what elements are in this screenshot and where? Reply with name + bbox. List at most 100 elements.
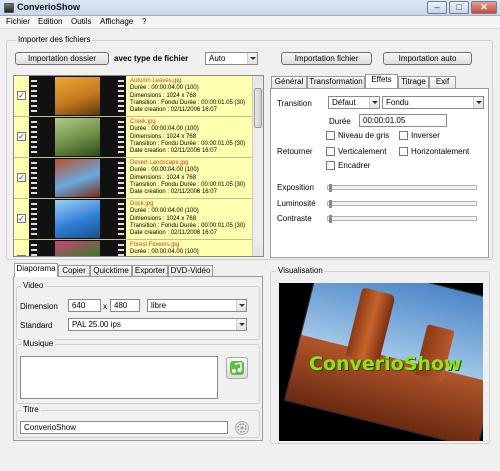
menu-outils[interactable]: Outils [71, 17, 91, 26]
file-checkbox[interactable]: ✓ [17, 91, 26, 100]
film-strip [29, 158, 126, 198]
file-checkbox[interactable]: ✓ [17, 255, 26, 256]
music-note-icon [230, 361, 244, 375]
tab-titrage[interactable]: Titrage [398, 76, 429, 88]
file-thumbnail [55, 241, 100, 256]
file-row[interactable]: ✓ Dock.jpg Durée : 00:00:04.00 (100) Dimens… [14, 199, 253, 240]
grayscale-label: Niveau de gris [338, 131, 390, 140]
tab-exif[interactable]: Exif [429, 76, 456, 88]
window-title: ConverioShow [17, 2, 81, 12]
file-info: Forest Flowers.jpg Durée : 00:00:04.00 (1… [130, 242, 245, 256]
file-row[interactable]: ✓ Forest Flowers.jpgDurée : 00:00:04.00 (… [14, 240, 253, 256]
file-name: Creek.jpg [130, 119, 156, 125]
menu-help[interactable]: ? [142, 17, 146, 26]
import-folder-button[interactable]: Importation dossier [15, 52, 109, 65]
vertical-checkbox[interactable] [326, 147, 335, 156]
film-strip [29, 199, 126, 239]
flip-label: Retourner [277, 147, 313, 156]
film-perforation [31, 241, 37, 256]
menu-affichage[interactable]: Affichage [100, 17, 133, 26]
exposure-knob[interactable] [329, 184, 332, 192]
tab-general[interactable]: Général [271, 76, 307, 88]
file-detail: Transition : Fondu Durée : 00:00:01.05 (… [130, 140, 246, 147]
title-input[interactable]: ConverioShow [20, 421, 228, 434]
file-detail: Transition : Fondu Durée : 00:00:01.05 (… [130, 99, 246, 106]
file-info: Creek.jpg Durée : 00:00:04.00 (100) Dimens… [130, 119, 245, 155]
tab-diaporama[interactable]: Diaporama [14, 263, 58, 277]
file-detail: Durée : 00:00:04.00 (100) [130, 249, 199, 256]
gear-icon [237, 423, 247, 433]
scroll-down-arrow[interactable] [253, 246, 263, 256]
transition-type-value: Fondu [386, 98, 409, 107]
scroll-up-arrow[interactable] [253, 76, 263, 86]
transition-mode-select[interactable]: Défaut [328, 96, 380, 109]
transition-label: Transition [277, 99, 312, 108]
duration-input[interactable]: 00:00:01.05 [359, 114, 447, 127]
file-checkbox[interactable]: ✓ [17, 132, 26, 141]
preview-label: Visualisation [276, 266, 325, 275]
file-checkbox[interactable]: ✓ [17, 173, 26, 182]
menu-fichier[interactable]: Fichier [6, 17, 30, 26]
file-thumbnail [55, 77, 100, 115]
title-bar: ConverioShow – □ ✕ [0, 0, 500, 16]
file-list[interactable]: ✓ Autumn Leaves.jpg Durée : 00:00:04.00 (1… [13, 75, 264, 257]
maximize-button[interactable]: □ [449, 1, 469, 14]
invert-label: Inverser [411, 131, 440, 140]
height-input[interactable]: 480 [110, 299, 140, 312]
file-detail: Date creation : 02/11/2006 16:07 [130, 148, 217, 155]
grayscale-checkbox[interactable] [326, 131, 335, 140]
tab-effets[interactable]: Effets [365, 74, 398, 88]
aspect-select[interactable]: libre [147, 299, 247, 312]
brightness-knob[interactable] [329, 200, 332, 208]
frame-label: Encadrer [338, 161, 371, 170]
file-type-select[interactable]: Auto [205, 52, 258, 65]
menu-bar: Fichier Edition Outils Affichage ? [0, 16, 500, 29]
file-row[interactable]: ✓ Desert Landscape.jpg Durée : 00:00:04.00… [14, 158, 253, 199]
standard-select[interactable]: PAL 25.00 ips [68, 318, 247, 331]
film-strip [29, 76, 126, 116]
menu-edition[interactable]: Edition [38, 17, 62, 26]
file-info: Autumn Leaves.jpg Durée : 00:00:04.00 (10… [130, 78, 245, 114]
import-auto-button[interactable]: Importation auto [383, 52, 472, 65]
title-group-label: Titre [21, 405, 41, 414]
music-list[interactable] [20, 356, 218, 399]
file-detail: Dimensions : 1024 x 768 [130, 174, 197, 181]
horizontal-checkbox[interactable] [399, 147, 408, 156]
tab-transformation[interactable]: Transformation [307, 76, 365, 88]
file-detail: Dimensions : 1024 x 768 [130, 92, 197, 99]
close-button[interactable]: ✕ [471, 1, 497, 14]
file-detail: Transition : Fondu Durée : 00:00:01.05 (… [130, 222, 246, 229]
title-settings-button[interactable] [235, 421, 249, 435]
file-detail: Transition : Fondu Durée : 00:00:01.05 (… [130, 181, 246, 188]
add-music-button[interactable] [226, 357, 248, 379]
exposure-slider[interactable] [327, 184, 477, 192]
file-row[interactable]: ✓ Autumn Leaves.jpg Durée : 00:00:04.00 (1… [14, 76, 253, 117]
duration-label: Durée [329, 117, 351, 126]
film-perforation [118, 159, 124, 197]
brightness-slider[interactable] [327, 200, 477, 208]
scroll-thumb[interactable] [254, 88, 262, 128]
file-row[interactable]: ✓ Creek.jpg Durée : 00:00:04.00 (100) Dimen… [14, 117, 253, 158]
frame-checkbox[interactable] [326, 161, 335, 170]
file-checkbox[interactable]: ✓ [17, 214, 26, 223]
file-info: Dock.jpg Durée : 00:00:04.00 (100) Dimensi… [130, 201, 245, 237]
preview-screen: ConverioShow [279, 283, 483, 441]
contrast-slider[interactable] [327, 215, 477, 223]
import-group-label: Importer des fichiers [16, 35, 93, 44]
app-icon [4, 3, 14, 13]
transition-mode-value: Défaut [332, 98, 356, 107]
file-name: Autumn Leaves.jpg [130, 78, 182, 84]
exposure-label: Exposition [277, 183, 314, 192]
width-input[interactable]: 640 [68, 299, 101, 312]
minimize-button[interactable]: – [427, 1, 447, 14]
dimension-x: x [103, 302, 107, 311]
file-list-scrollbar[interactable] [252, 76, 263, 256]
contrast-knob[interactable] [329, 215, 332, 223]
transition-type-select[interactable]: Fondu [382, 96, 484, 109]
film-perforation [31, 118, 37, 156]
import-file-button[interactable]: Importation fichier [281, 52, 372, 65]
invert-checkbox[interactable] [399, 131, 408, 140]
file-detail: Durée : 00:00:04.00 (100) [130, 208, 199, 215]
dimension-label: Dimension [20, 302, 58, 311]
film-perforation [118, 241, 124, 256]
